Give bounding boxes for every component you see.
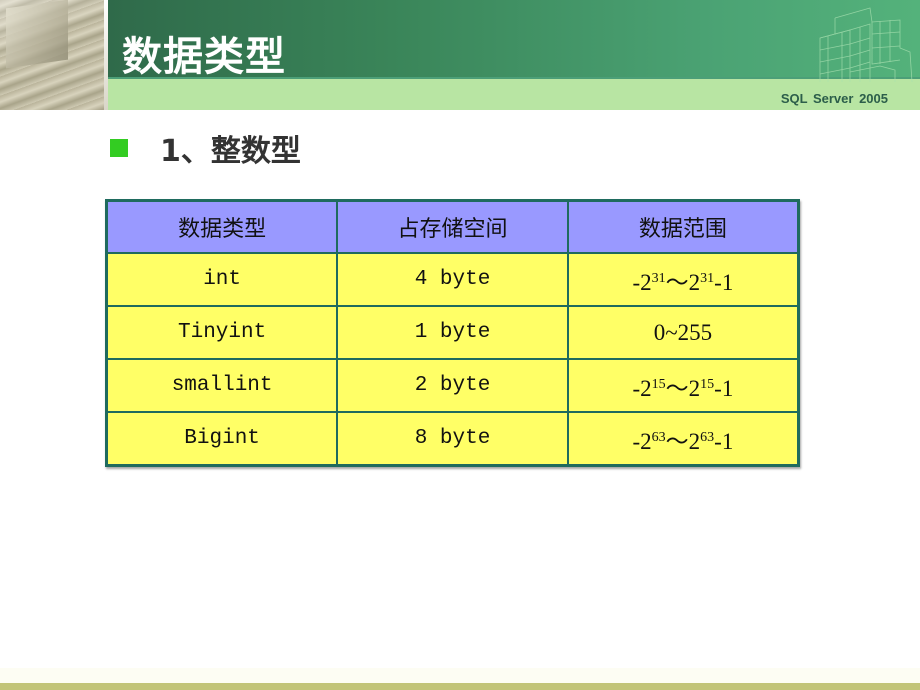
range-base: -2 bbox=[632, 375, 652, 401]
column-header-data-type: 数据类型 bbox=[105, 199, 339, 254]
table-row: Bigint 8 byte -263～263-1 bbox=[105, 411, 800, 467]
cell-range: -215～215-1 bbox=[566, 358, 800, 413]
range-separator: ～2 bbox=[665, 428, 701, 454]
footer-bar bbox=[0, 683, 920, 690]
range-suffix: -1 bbox=[714, 375, 734, 401]
brand-label: SQL Server 2005 bbox=[780, 91, 888, 106]
range-suffix: -1 bbox=[714, 269, 734, 295]
table-row: Tinyint 1 byte 0~255 bbox=[105, 305, 800, 360]
range-separator: ～2 bbox=[665, 269, 701, 295]
range-separator: ～2 bbox=[665, 375, 701, 401]
column-header-range: 数据范围 bbox=[566, 199, 800, 254]
table-header-row: 数据类型 占存储空间 数据范围 bbox=[105, 199, 800, 254]
integer-types-table: 数据类型 占存储空间 数据范围 int 4 byte -231～231-1 Ti… bbox=[105, 199, 800, 467]
footer-fade bbox=[0, 668, 920, 683]
table-row: int 4 byte -231～231-1 bbox=[105, 252, 800, 307]
range-base: -2 bbox=[632, 269, 652, 295]
cell-range: -263～263-1 bbox=[566, 411, 800, 467]
range-exponent: 31 bbox=[700, 270, 715, 286]
bullet-item: 1、整数型 bbox=[110, 128, 301, 169]
cell-type: smallint bbox=[105, 358, 339, 413]
range-exponent: 15 bbox=[700, 376, 715, 392]
bullet-text: 1、整数型 bbox=[160, 134, 301, 169]
cell-size: 4 byte bbox=[336, 252, 569, 307]
slide-title: 数据类型 bbox=[122, 34, 286, 80]
range-suffix: -1 bbox=[714, 428, 734, 454]
header-photo bbox=[0, 0, 108, 110]
table-row: smallint 2 byte -215～215-1 bbox=[105, 358, 800, 413]
cell-size: 8 byte bbox=[336, 411, 569, 467]
bullet-square-icon bbox=[110, 139, 128, 157]
cell-size: 2 byte bbox=[336, 358, 569, 413]
cell-type: Tinyint bbox=[105, 305, 339, 360]
range-base: -2 bbox=[632, 428, 652, 454]
cell-range: -231～231-1 bbox=[566, 252, 800, 307]
range-exponent: 31 bbox=[651, 270, 666, 286]
range-exponent: 63 bbox=[700, 429, 715, 445]
cell-range: 0~255 bbox=[566, 305, 800, 360]
column-header-storage: 占存储空间 bbox=[336, 199, 569, 254]
cube-wireframe-icon bbox=[819, 7, 913, 82]
range-exponent: 63 bbox=[651, 429, 666, 445]
cell-type: int bbox=[105, 252, 339, 307]
range-exponent: 15 bbox=[651, 376, 666, 392]
cell-size: 1 byte bbox=[336, 305, 569, 360]
cell-type: Bigint bbox=[105, 411, 339, 467]
